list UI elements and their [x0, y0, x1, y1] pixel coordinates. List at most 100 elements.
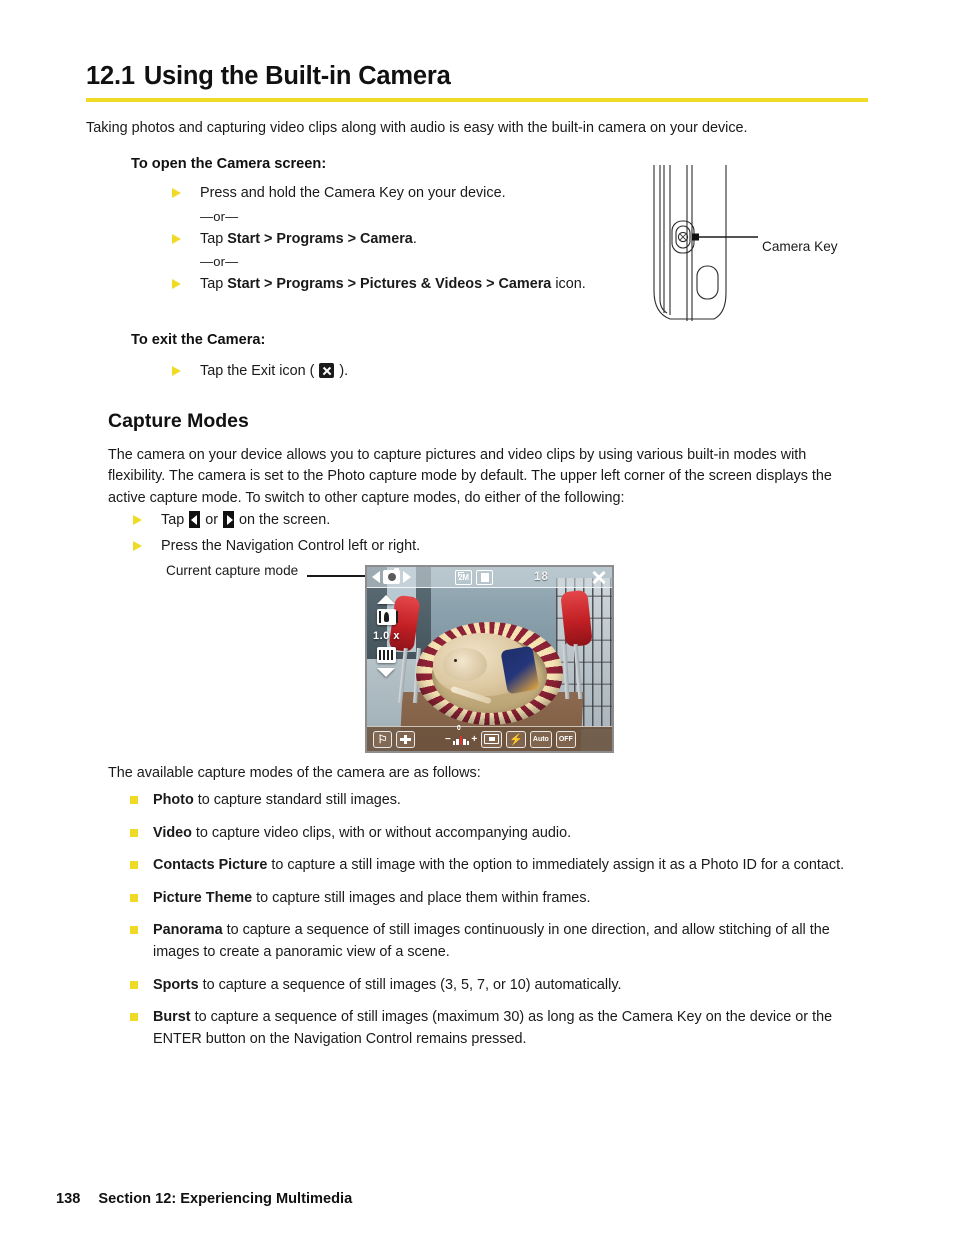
- brightness-control[interactable]: − 0 +: [445, 725, 477, 745]
- wrench-settings-icon[interactable]: ⚐: [373, 730, 392, 748]
- arrow-left-chip-icon: [189, 511, 201, 528]
- section-title: Using the Built-in Camera: [143, 62, 451, 90]
- list-item: Contacts Picture to capture a still imag…: [130, 855, 870, 877]
- mode-prev-arrow-icon[interactable]: [372, 571, 380, 583]
- storage-card-glyph: [480, 572, 489, 582]
- focus-mode-icon[interactable]: [481, 730, 503, 748]
- list-item: Video to capture video clips, with or wi…: [130, 823, 870, 845]
- list-item: Tap the Exit icon ( ).: [172, 361, 602, 383]
- mode-desc: to capture a sequence of still images (3…: [198, 976, 622, 993]
- menu-sep: >: [260, 276, 277, 293]
- callout-current-capture-mode-label: Current capture mode: [166, 563, 299, 578]
- page-footer: 138 Section 12: Experiencing Multimedia: [56, 1191, 352, 1207]
- device-illustration: Camera Key: [640, 163, 890, 333]
- switch-mode-steps: Tap or on the screen. Press the Navigati…: [133, 510, 633, 561]
- mode-name: Video: [153, 824, 192, 841]
- list-item: Sports to capture a sequence of still im…: [130, 975, 870, 997]
- white-balance-icon[interactable]: Auto: [529, 730, 552, 748]
- page-title-block: 12.1 Using the Built-in Camera: [86, 62, 868, 102]
- step-text: Press and hold the Camera Key on your de…: [200, 185, 506, 201]
- mode-desc: to capture a sequence of still images co…: [153, 922, 830, 961]
- step-text-pre: Tap: [200, 230, 228, 247]
- ev-bar: [452, 741, 456, 745]
- open-camera-steps: Press and hold the Camera Key on your de…: [172, 183, 642, 300]
- zoom-up-arrow-icon[interactable]: [377, 595, 396, 604]
- album-icon[interactable]: [396, 730, 415, 748]
- menu-sep: >: [343, 276, 360, 293]
- mode-desc: to capture video clips, with or without …: [191, 824, 572, 841]
- mode-desc: to capture a still image with the option…: [267, 857, 845, 874]
- list-item: Photo to capture standard still images.: [130, 790, 870, 812]
- self-timer-icon[interactable]: OFF: [555, 730, 576, 748]
- triangle-bullet-icon: [133, 540, 142, 551]
- close-x-icon[interactable]: [590, 569, 608, 586]
- menu-start: Start: [227, 230, 260, 247]
- step-text-pre: Tap: [161, 512, 189, 528]
- ev-plus-button[interactable]: +: [471, 734, 477, 745]
- white-balance-label: Auto: [532, 735, 549, 743]
- mode-desc: to capture still images and place them w…: [252, 889, 591, 906]
- wide-zoom-icon[interactable]: [376, 647, 396, 663]
- step-text-post: .: [412, 230, 417, 247]
- step-text-mid: or: [201, 512, 222, 528]
- square-bullet-icon: [130, 861, 138, 870]
- exit-camera-steps: Tap the Exit icon ( ).: [172, 361, 602, 387]
- mode-name: Burst: [153, 1009, 191, 1026]
- remaining-shots-counter: 18: [534, 571, 549, 583]
- callout-camera-key-label: Camera Key: [762, 239, 838, 254]
- photo-camera-icon: [383, 567, 400, 584]
- ev-level-bars[interactable]: 0: [452, 725, 470, 745]
- capture-modes-heading: Capture Modes: [108, 410, 249, 432]
- zoom-control-column[interactable]: 1.0 x: [373, 595, 400, 677]
- list-item: Tap Start > Programs > Pictures & Videos…: [172, 274, 642, 296]
- mode-name: Sports: [153, 976, 199, 993]
- ev-bar: [463, 739, 466, 745]
- mode-name: Photo: [153, 792, 194, 808]
- section-number: 12.1: [86, 62, 135, 90]
- step-text-post: icon.: [551, 276, 586, 293]
- ev-value-label: 0: [456, 725, 461, 732]
- step-text: Press the Navigation Control left or rig…: [161, 537, 421, 554]
- scene-dog-eye: [453, 659, 457, 662]
- zoom-down-arrow-icon[interactable]: [377, 668, 396, 677]
- title-underline-rule: [86, 97, 868, 102]
- menu-programs: Programs: [276, 276, 344, 293]
- triangle-bullet-icon: [172, 233, 181, 244]
- menu-camera: Camera: [360, 230, 413, 247]
- scene-red-bolster-right: [560, 589, 593, 648]
- triangle-bullet-icon: [172, 279, 181, 290]
- subheading-open-camera: To open the Camera screen:: [131, 156, 327, 172]
- footer-section-label: Section 12: Experiencing Multimedia: [98, 1191, 353, 1207]
- resolution-badge[interactable]: 2M: [455, 569, 472, 585]
- menu-start: Start: [227, 276, 260, 293]
- square-bullet-icon: [130, 828, 138, 837]
- exit-x-icon: [319, 363, 335, 378]
- square-bullet-icon: [130, 796, 138, 804]
- flash-off-icon[interactable]: ⚡: [506, 730, 526, 748]
- footer-page-number: 138: [56, 1191, 81, 1207]
- viewfinder-canvas: 2M 18 1.0 x ⚐ − 0 + ⚡ Auto OFF: [367, 567, 612, 751]
- camera-viewfinder-screenshot: 2M 18 1.0 x ⚐ − 0 + ⚡ Auto OFF: [365, 565, 614, 753]
- capture-mode-switcher[interactable]: [372, 567, 411, 584]
- intro-paragraph: Taking photos and capturing video clips …: [86, 120, 748, 136]
- mode-next-arrow-icon[interactable]: [403, 571, 411, 583]
- triangle-bullet-icon: [172, 366, 181, 376]
- storage-card-icon[interactable]: [476, 569, 493, 585]
- page-title: 12.1 Using the Built-in Camera: [86, 62, 868, 91]
- menu-programs: Programs: [276, 230, 344, 247]
- capture-modes-list: Photo to capture standard still images. …: [130, 790, 870, 1061]
- square-bullet-icon: [130, 1013, 138, 1022]
- tele-zoom-icon[interactable]: [376, 609, 398, 625]
- or-separator: —or—: [200, 208, 239, 224]
- list-item: Panorama to capture a sequence of still …: [130, 920, 870, 963]
- list-item: Press and hold the Camera Key on your de…: [172, 183, 642, 205]
- callout-leader-line: [307, 575, 365, 577]
- ev-minus-button[interactable]: −: [445, 734, 451, 745]
- mode-desc: to capture a sequence of still images (m…: [153, 1009, 833, 1047]
- mode-name: Picture Theme: [153, 889, 253, 906]
- list-item: Press the Navigation Control left or rig…: [133, 536, 633, 558]
- mode-name: Panorama: [153, 922, 223, 939]
- square-bullet-icon: [130, 893, 138, 902]
- step-text-post: on the screen.: [235, 512, 331, 528]
- available-modes-intro: The available capture modes of the camer…: [108, 765, 481, 781]
